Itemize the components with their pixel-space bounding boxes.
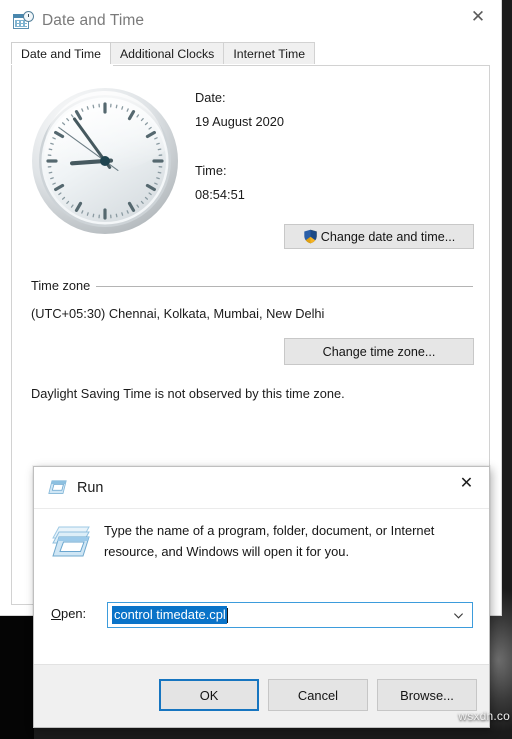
group-divider xyxy=(31,286,473,287)
date-label: Date: xyxy=(195,90,226,105)
date-value: 19 August 2020 xyxy=(195,114,284,129)
tab-strip: Date and Time Additional Clocks Internet… xyxy=(11,42,501,64)
tab-seam-mask xyxy=(12,64,113,66)
open-label: Open: xyxy=(51,606,86,621)
tab-date-and-time[interactable]: Date and Time xyxy=(11,42,111,64)
run-window-icon xyxy=(48,480,67,494)
open-combobox[interactable]: control timedate.cpl xyxy=(107,602,473,628)
tab-label: Internet Time xyxy=(233,46,306,61)
close-icon[interactable]: ✕ xyxy=(444,467,489,498)
open-label-rest: pen: xyxy=(61,606,87,621)
change-date-and-time-button[interactable]: Change date and time... xyxy=(284,224,474,249)
open-accel: O xyxy=(51,606,62,621)
tab-additional-clocks[interactable]: Additional Clocks xyxy=(109,42,225,64)
timezone-group-label: Time zone xyxy=(31,278,97,293)
tab-internet-time[interactable]: Internet Time xyxy=(223,42,316,64)
uac-shield-icon xyxy=(304,229,317,244)
open-input-value[interactable]: control timedate.cpl xyxy=(112,606,227,624)
cancel-button[interactable]: Cancel xyxy=(268,679,368,711)
dst-note: Daylight Saving Time is not observed by … xyxy=(31,386,345,401)
close-icon[interactable]: ✕ xyxy=(455,0,501,32)
run-title-bar: Run ✕ xyxy=(34,467,489,508)
button-label: Change date and time... xyxy=(320,229,456,244)
title-divider xyxy=(34,508,489,509)
title-bar: Date and Time ✕ xyxy=(0,0,501,42)
time-value: 08:54:51 xyxy=(195,187,245,202)
button-label: Change time zone... xyxy=(322,344,436,359)
analog-clock-graphic xyxy=(30,86,180,236)
chevron-down-icon[interactable] xyxy=(453,610,464,621)
calendar-clock-icon xyxy=(13,11,34,31)
run-button-bar: OK Cancel Browse... xyxy=(34,664,489,727)
timezone-value: (UTC+05:30) Chennai, Kolkata, Mumbai, Ne… xyxy=(31,306,325,321)
run-dialog: Run ✕ Type the name of a program, folder… xyxy=(33,466,490,728)
button-label: OK xyxy=(199,687,219,703)
ok-button[interactable]: OK xyxy=(159,679,259,711)
run-window-icon-large xyxy=(52,526,90,557)
run-title: Run xyxy=(77,479,104,496)
button-label: Browse... xyxy=(400,687,454,703)
button-label: Cancel xyxy=(297,687,339,703)
text-caret xyxy=(226,607,228,623)
tab-label: Date and Time xyxy=(21,46,101,61)
tab-label: Additional Clocks xyxy=(119,46,215,61)
time-label: Time: xyxy=(195,163,227,178)
run-description: Type the name of a program, folder, docu… xyxy=(104,523,435,559)
window-title: Date and Time xyxy=(42,12,145,29)
change-time-zone-button[interactable]: Change time zone... xyxy=(284,338,474,365)
browse-button[interactable]: Browse... xyxy=(377,679,477,711)
site-watermark: wsxdn.co xyxy=(458,709,510,723)
